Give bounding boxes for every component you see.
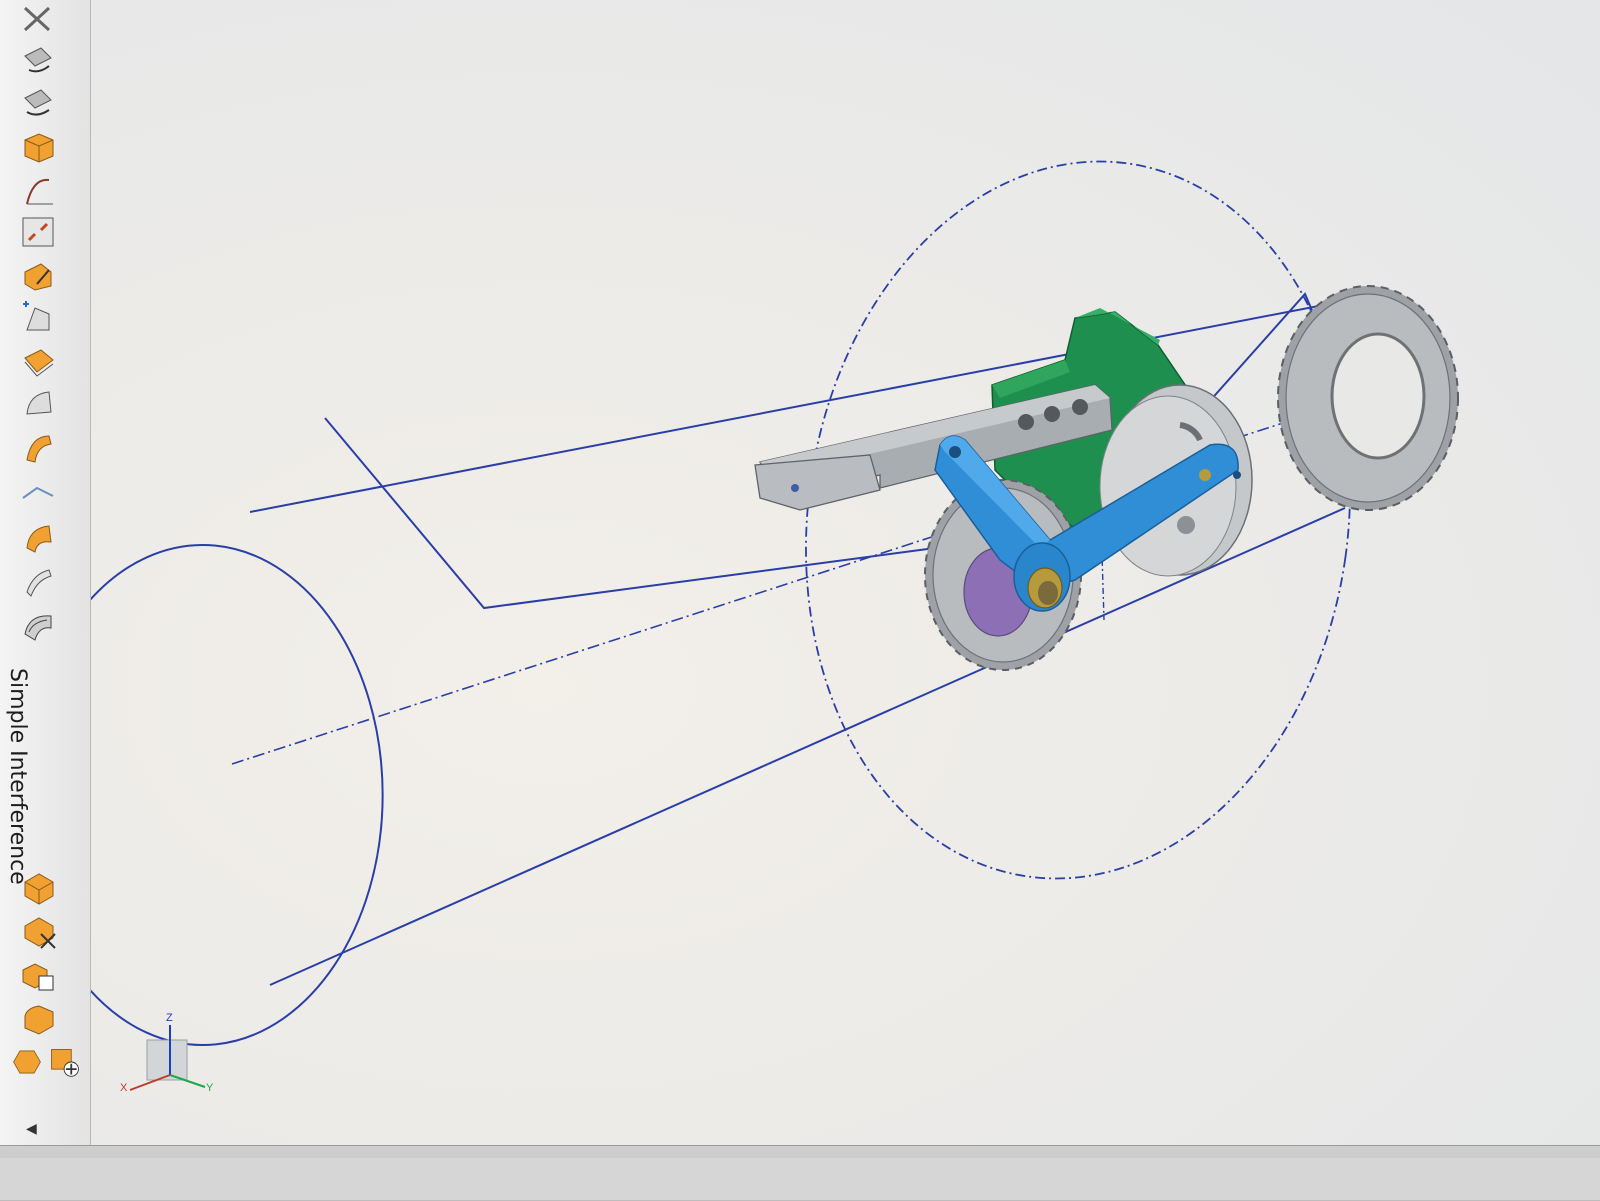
profile-curve-icon[interactable] <box>16 474 60 514</box>
graphics-viewport[interactable]: Z X Y <box>90 0 1600 1145</box>
triad-y-label: Y <box>206 1082 214 1094</box>
add-surface-icon[interactable] <box>16 298 60 338</box>
rounded-block-icon[interactable] <box>16 1000 60 1040</box>
offset-face-icon[interactable] <box>16 518 60 558</box>
left-toolbar: Simple Interference ◀ <box>0 0 91 1165</box>
sketch-belt-bottom-line <box>269 507 1346 986</box>
right-sprocket[interactable] <box>1277 285 1459 511</box>
sheet-body-icon[interactable] <box>16 340 60 380</box>
move-component-icon[interactable] <box>16 42 60 82</box>
rounded-face-icon[interactable] <box>16 606 60 646</box>
model-scene <box>90 160 1459 1091</box>
triad-x-label: X <box>120 1082 128 1094</box>
edit-body-icon[interactable] <box>16 256 60 296</box>
triad-z-label: Z <box>166 1012 173 1024</box>
add-component-icon[interactable] <box>48 1042 82 1082</box>
face-blend-icon[interactable] <box>16 384 60 424</box>
status-strip <box>0 1158 1600 1200</box>
delete-tool-icon[interactable] <box>16 0 60 40</box>
scroll-left-icon[interactable]: ◀ <box>26 1120 37 1137</box>
solid-body-icon[interactable] <box>16 128 60 168</box>
curved-face-icon[interactable] <box>16 428 60 468</box>
copy-body-icon[interactable] <box>16 956 60 996</box>
sketch-circle-left <box>90 544 384 1046</box>
axis-triad <box>129 1025 206 1091</box>
hexagon-body-icon[interactable] <box>12 1042 42 1082</box>
scale-fit-icon[interactable] <box>16 212 60 252</box>
curve-icon[interactable] <box>16 172 60 212</box>
solid-cube-icon[interactable] <box>16 868 60 908</box>
toolbar-label: Simple Interference <box>5 668 30 885</box>
assembly-constraint-icon[interactable] <box>16 84 60 124</box>
thin-sheet-icon[interactable] <box>16 562 60 602</box>
remove-body-icon[interactable] <box>16 912 60 952</box>
